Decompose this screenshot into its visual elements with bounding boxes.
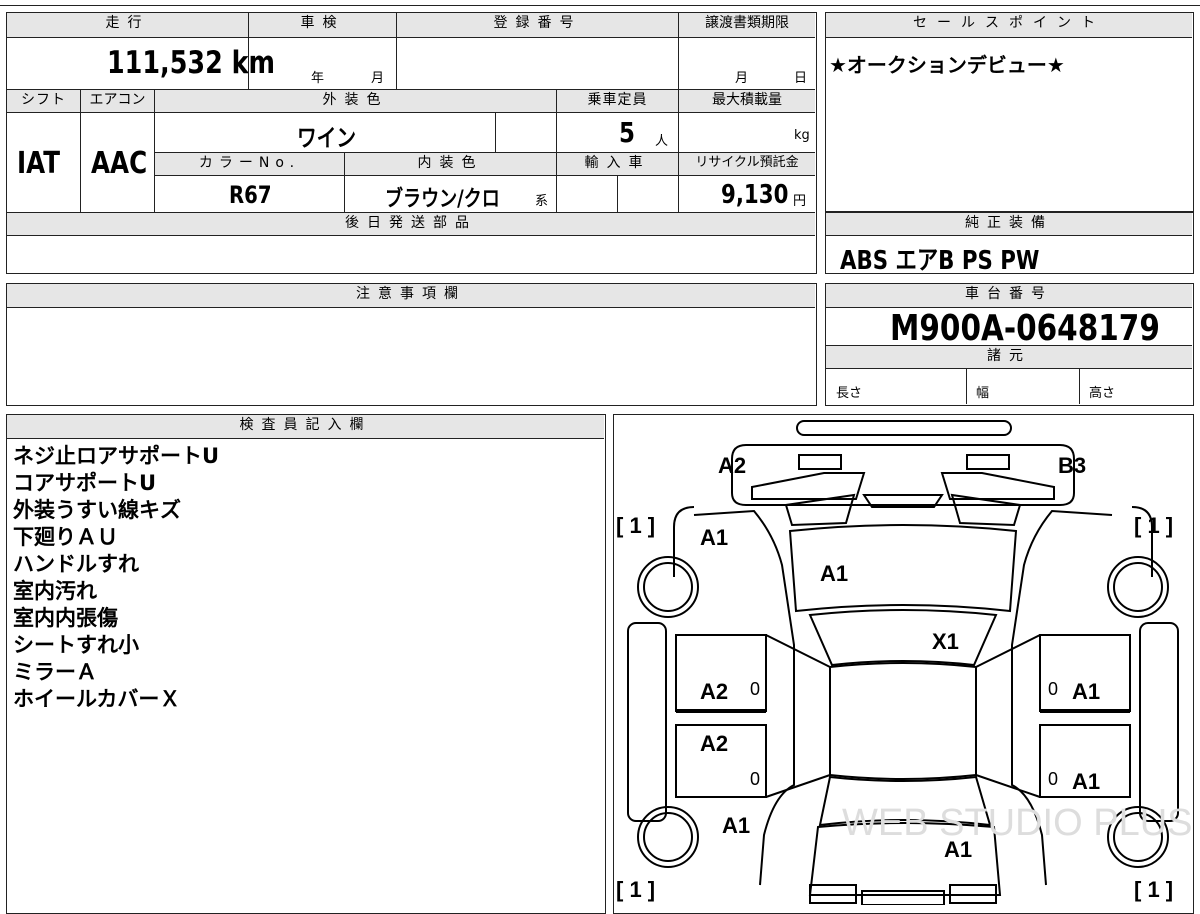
chassis-number: M900A-0648179 — [890, 308, 1160, 349]
inspector-notes-list: ネジ止ロアサポートU コアサポートU 外装うすい線キズ 下廻りＡＵ ハンドルすれ… — [13, 443, 219, 713]
interior-color-cell: ブラウン/クロ 系 — [344, 176, 556, 212]
watermark: WEB STUDIO PLUS — [842, 802, 1192, 844]
recycle-cell: 9,130 円 — [678, 176, 815, 212]
registration-label: 登録番号 — [396, 13, 678, 37]
inspector-note: ネジ止ロアサポートU — [13, 444, 220, 468]
inspector-note: 外装うすい線キズ — [13, 498, 181, 522]
exterior-color-value: ワイン — [297, 124, 357, 152]
mileage-label: 走行 — [7, 13, 248, 37]
interior-color-label: 内装色 — [344, 153, 556, 175]
inspector-note: ホイールカバーＸ — [13, 687, 181, 711]
chassis-box: 車台番号 M900A-0648179 諸元 長さ 幅 高さ — [825, 283, 1194, 406]
sales-point-label: セールスポイント — [826, 13, 1192, 37]
interior-suffix: 系 — [535, 194, 549, 209]
inspector-note: ミラーＡ — [13, 660, 97, 684]
mark-front-left-corner: A2 — [718, 453, 746, 478]
inspector-note: 室内汚れ — [13, 579, 97, 603]
month-unit: 月 — [371, 71, 385, 86]
chassis-label: 車台番号 — [826, 284, 1192, 307]
deadline-day-unit: 日 — [794, 71, 808, 86]
mark-front-left-door: A2 — [700, 679, 728, 704]
equipment-box: 純正装備 ABS エアB PS PW — [825, 212, 1194, 276]
caution-box: 注意事項欄 — [6, 283, 817, 406]
mark-front-right-door: A1 — [1072, 679, 1100, 704]
deadline-month-unit: 月 — [735, 71, 749, 86]
ac-cell: AAC — [80, 112, 154, 212]
shift-label: シフト — [7, 90, 80, 112]
mark-tire-rr: [ 1 ] — [1134, 877, 1173, 902]
mark-tire-fl: [ 1 ] — [616, 513, 655, 538]
mark-rear-left-door: A2 — [700, 731, 728, 756]
later-parts-label: 後日発送部品 — [7, 213, 815, 235]
mileage-cell: 111,532 km — [7, 37, 275, 89]
vehicle-info-table: 走行 車検 登録番号 譲渡書類期限 111,532 km 年 月 月 日 シフト… — [6, 12, 817, 274]
capacity-label: 乗車定員 — [556, 90, 678, 112]
mark-rear-right-door: A1 — [1072, 769, 1100, 794]
mark-tire-rl: [ 1 ] — [616, 877, 655, 902]
inspector-note: 下廻りＡＵ — [13, 525, 118, 549]
mark-hood: A1 — [820, 561, 848, 586]
deadline-cell: 月 日 — [678, 37, 815, 89]
inspection-label: 車検 — [248, 13, 396, 37]
color-no-cell: R67 — [154, 176, 344, 212]
ac-value: AAC — [91, 146, 148, 181]
shift-value: IAT — [17, 146, 61, 181]
color-no-label: カラーNo. — [154, 153, 344, 175]
ac-label: エアコン — [80, 90, 154, 112]
import-cell-b — [617, 176, 678, 212]
damage-diagram-box: WEB STUDIO PLUS A2 B3 A1 A1 X1 A2 A2 A1 … — [613, 414, 1194, 914]
transfer-deadline-label: 譲渡書類期限 — [678, 13, 815, 37]
mark-rear-left: A1 — [722, 813, 750, 838]
mark-rear: A1 — [944, 837, 972, 862]
spec-length: 長さ — [836, 386, 863, 401]
equipment-label: 純正装備 — [826, 213, 1192, 235]
recycle-fee-value: 9,130 — [721, 180, 789, 210]
mark-front-right-corner: B3 — [1058, 453, 1086, 478]
inspector-label: 検査員記入欄 — [7, 415, 604, 438]
interior-color-value: ブラウン/クロ — [385, 187, 500, 212]
import-cell-a — [556, 176, 617, 212]
mark-zero: 0 — [1048, 679, 1058, 699]
specs-label: 諸元 — [826, 346, 1192, 368]
inspector-note: ハンドルすれ — [13, 552, 139, 576]
exterior-color-cell: ワイン — [154, 112, 495, 152]
import-label: 輸入車 — [556, 153, 678, 175]
max-load-unit: kg — [794, 128, 810, 143]
max-load-label: 最大積載量 — [678, 90, 815, 112]
mark-zero: 0 — [750, 679, 760, 699]
inspector-box: 検査員記入欄 ネジ止ロアサポートU コアサポートU 外装うすい線キズ 下廻りＡＵ… — [6, 414, 606, 914]
car-diagram: WEB STUDIO PLUS A2 B3 A1 A1 X1 A2 A2 A1 … — [616, 420, 1192, 905]
inspector-note: シートすれ小 — [13, 633, 139, 657]
spec-width: 幅 — [976, 386, 990, 401]
later-parts-cell — [7, 236, 815, 272]
mark-tire-fr: [ 1 ] — [1134, 513, 1173, 538]
equipment-items: ABS エアB PS PW — [840, 246, 1040, 276]
mark-zero: 0 — [750, 769, 760, 789]
inspector-note: 室内内張傷 — [13, 606, 118, 630]
mark-zero: 0 — [1048, 769, 1058, 789]
inspection-cell: 年 月 — [248, 37, 396, 89]
exterior-color-label: 外装色 — [154, 90, 556, 112]
mark-hood-left: A1 — [700, 525, 728, 550]
caution-label: 注意事項欄 — [7, 284, 815, 307]
registration-cell — [396, 37, 678, 89]
capacity-value: 5 — [619, 116, 635, 149]
sales-point-box: セールスポイント ★オークションデビュー★ — [825, 12, 1194, 212]
color-no-value: R67 — [229, 181, 272, 209]
max-load-cell: kg — [678, 112, 815, 152]
spec-height: 高さ — [1089, 386, 1116, 401]
mark-windshield: X1 — [932, 629, 959, 654]
inspector-note: コアサポートU — [13, 471, 157, 495]
top-edge — [0, 0, 1200, 6]
recycle-label: リサイクル預託金 — [678, 153, 815, 175]
year-unit: 年 — [311, 71, 325, 86]
capacity-cell: 5 人 — [556, 112, 678, 152]
capacity-unit: 人 — [655, 134, 669, 149]
exterior-extra-cell — [495, 112, 556, 152]
recycle-unit: 円 — [793, 194, 807, 209]
sales-point-text: ★オークションデビュー★ — [829, 53, 1065, 77]
shift-cell: IAT — [7, 112, 80, 212]
